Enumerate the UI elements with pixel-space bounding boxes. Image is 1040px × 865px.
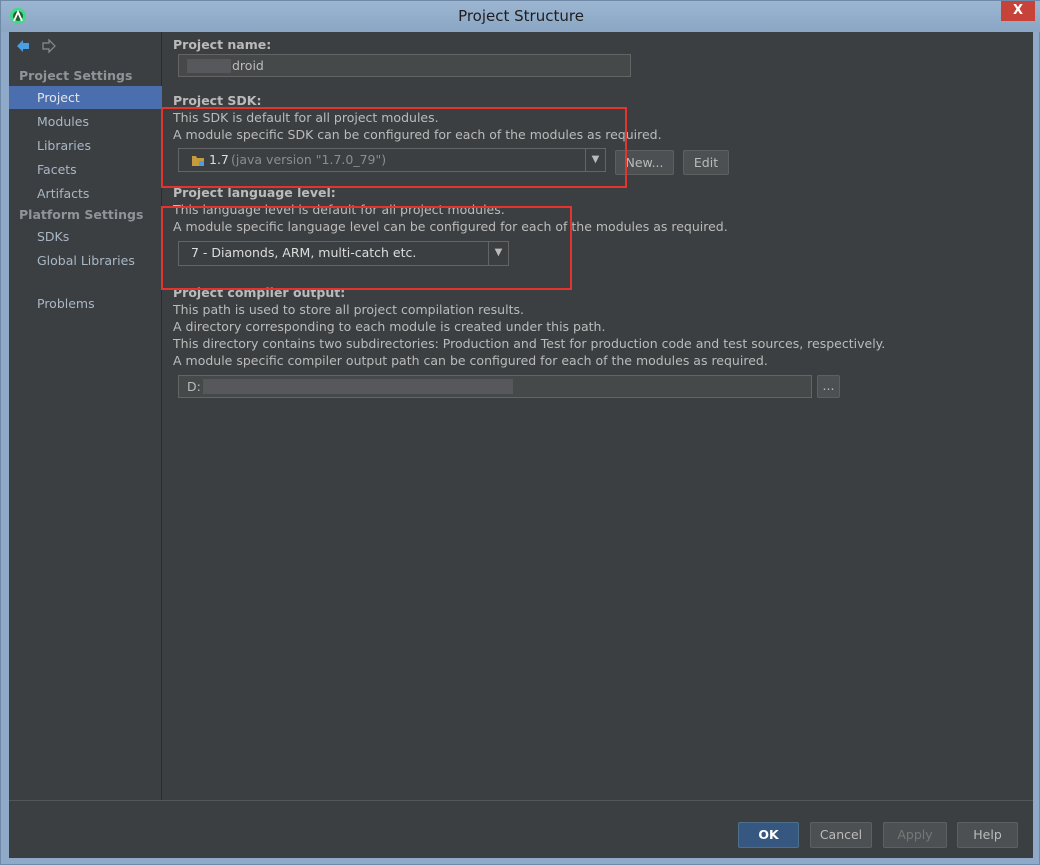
- project-settings-header: Project Settings: [19, 68, 133, 83]
- forward-arrow-icon[interactable]: [41, 38, 57, 54]
- redacted-area: [187, 59, 231, 73]
- project-name-label: Project name:: [173, 37, 272, 52]
- output-description-4: A module specific compiler output path c…: [173, 353, 768, 368]
- platform-settings-header: Platform Settings: [19, 207, 144, 222]
- back-arrow-icon[interactable]: [15, 38, 31, 54]
- project-structure-window: Project Structure X Project Settings Pro…: [0, 0, 1040, 865]
- browse-button[interactable]: ...: [817, 375, 840, 398]
- annotation-box-language: [161, 206, 572, 290]
- ok-button[interactable]: OK: [738, 822, 799, 848]
- output-description-3: This directory contains two subdirectori…: [173, 336, 886, 351]
- help-button[interactable]: Help: [957, 822, 1018, 848]
- dialog-footer: OK Cancel Apply Help: [9, 800, 1033, 858]
- project-name-value: droid: [232, 58, 264, 73]
- cancel-button[interactable]: Cancel: [810, 822, 872, 848]
- compiler-output-input[interactable]: D:: [178, 375, 812, 398]
- project-sdk-label: Project SDK:: [173, 93, 262, 108]
- apply-button[interactable]: Apply: [883, 822, 947, 848]
- project-name-input[interactable]: droid: [178, 54, 631, 77]
- sidebar-item-facets[interactable]: Facets: [9, 158, 162, 181]
- sidebar-item-libraries[interactable]: Libraries: [9, 134, 162, 157]
- sdk-edit-button[interactable]: Edit: [683, 150, 729, 175]
- sidebar: Project Settings Project Modules Librari…: [9, 32, 162, 800]
- sidebar-item-sdks[interactable]: SDKs: [9, 225, 162, 248]
- sidebar-item-artifacts[interactable]: Artifacts: [9, 182, 162, 205]
- redacted-area: [203, 379, 513, 394]
- output-description-1: This path is used to store all project c…: [173, 302, 524, 317]
- project-settings-panel: Project name: droid Project SDK: This SD…: [161, 32, 1033, 800]
- compiler-output-value: D:: [187, 379, 201, 394]
- title-bar: Project Structure X: [1, 1, 1040, 32]
- annotation-box-sdk: [161, 107, 627, 188]
- sidebar-item-modules[interactable]: Modules: [9, 110, 162, 133]
- close-button[interactable]: X: [1001, 1, 1035, 21]
- output-description-2: A directory corresponding to each module…: [173, 319, 606, 334]
- dialog-client: Project Settings Project Modules Librari…: [9, 32, 1033, 858]
- sidebar-item-problems[interactable]: Problems: [9, 292, 162, 315]
- sidebar-item-global-libraries[interactable]: Global Libraries: [9, 249, 162, 272]
- window-title: Project Structure: [458, 7, 584, 25]
- sidebar-item-project[interactable]: Project: [9, 86, 162, 109]
